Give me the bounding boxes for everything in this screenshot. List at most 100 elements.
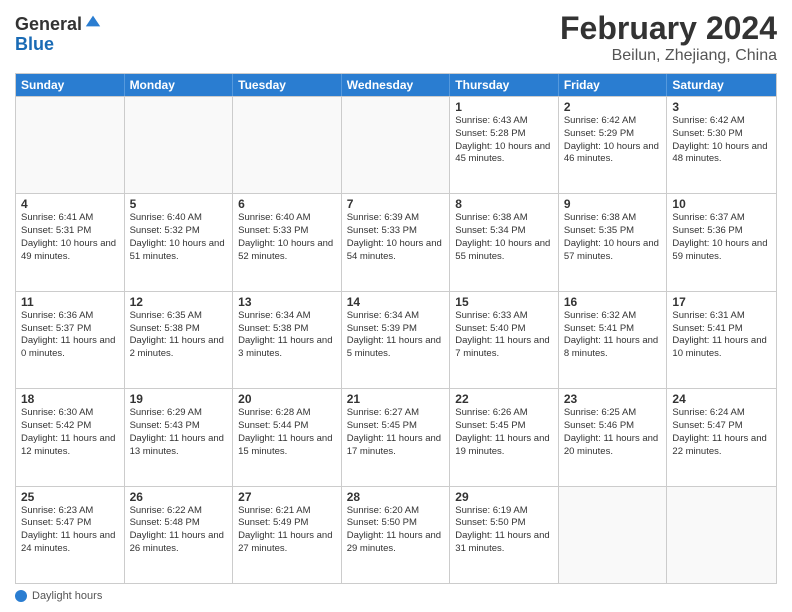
day-info: Sunrise: 6:36 AM Sunset: 5:37 PM Dayligh… xyxy=(21,310,119,361)
calendar-cell: 25Sunrise: 6:23 AM Sunset: 5:47 PM Dayli… xyxy=(16,487,125,583)
day-number: 24 xyxy=(672,392,771,406)
weekday-header: Monday xyxy=(125,74,234,96)
day-number: 2 xyxy=(564,100,662,114)
day-number: 26 xyxy=(130,490,228,504)
calendar-cell xyxy=(667,487,776,583)
calendar-cell: 18Sunrise: 6:30 AM Sunset: 5:42 PM Dayli… xyxy=(16,389,125,485)
calendar-cell: 26Sunrise: 6:22 AM Sunset: 5:48 PM Dayli… xyxy=(125,487,234,583)
page: General Blue February 2024 Beilun, Zheji… xyxy=(0,0,792,612)
day-info: Sunrise: 6:30 AM Sunset: 5:42 PM Dayligh… xyxy=(21,407,119,458)
day-number: 8 xyxy=(455,197,553,211)
calendar-cell: 21Sunrise: 6:27 AM Sunset: 5:45 PM Dayli… xyxy=(342,389,451,485)
calendar-cell: 17Sunrise: 6:31 AM Sunset: 5:41 PM Dayli… xyxy=(667,292,776,388)
weekday-header: Saturday xyxy=(667,74,776,96)
calendar-cell: 10Sunrise: 6:37 AM Sunset: 5:36 PM Dayli… xyxy=(667,194,776,290)
logo: General Blue xyxy=(15,15,102,55)
day-info: Sunrise: 6:29 AM Sunset: 5:43 PM Dayligh… xyxy=(130,407,228,458)
calendar-cell: 14Sunrise: 6:34 AM Sunset: 5:39 PM Dayli… xyxy=(342,292,451,388)
calendar-cell xyxy=(233,97,342,193)
day-info: Sunrise: 6:37 AM Sunset: 5:36 PM Dayligh… xyxy=(672,212,771,263)
calendar-cell: 1Sunrise: 6:43 AM Sunset: 5:28 PM Daylig… xyxy=(450,97,559,193)
calendar-cell: 15Sunrise: 6:33 AM Sunset: 5:40 PM Dayli… xyxy=(450,292,559,388)
day-number: 9 xyxy=(564,197,662,211)
day-info: Sunrise: 6:26 AM Sunset: 5:45 PM Dayligh… xyxy=(455,407,553,458)
day-info: Sunrise: 6:41 AM Sunset: 5:31 PM Dayligh… xyxy=(21,212,119,263)
day-info: Sunrise: 6:20 AM Sunset: 5:50 PM Dayligh… xyxy=(347,505,445,556)
calendar-row: 4Sunrise: 6:41 AM Sunset: 5:31 PM Daylig… xyxy=(16,193,776,290)
day-number: 29 xyxy=(455,490,553,504)
calendar-row: 18Sunrise: 6:30 AM Sunset: 5:42 PM Dayli… xyxy=(16,388,776,485)
calendar-cell: 29Sunrise: 6:19 AM Sunset: 5:50 PM Dayli… xyxy=(450,487,559,583)
calendar-cell: 7Sunrise: 6:39 AM Sunset: 5:33 PM Daylig… xyxy=(342,194,451,290)
calendar-cell: 6Sunrise: 6:40 AM Sunset: 5:33 PM Daylig… xyxy=(233,194,342,290)
day-number: 12 xyxy=(130,295,228,309)
calendar-cell: 3Sunrise: 6:42 AM Sunset: 5:30 PM Daylig… xyxy=(667,97,776,193)
day-number: 3 xyxy=(672,100,771,114)
day-number: 18 xyxy=(21,392,119,406)
day-number: 21 xyxy=(347,392,445,406)
day-number: 7 xyxy=(347,197,445,211)
calendar-cell xyxy=(16,97,125,193)
day-number: 14 xyxy=(347,295,445,309)
footer: Daylight hours xyxy=(15,590,777,602)
day-info: Sunrise: 6:33 AM Sunset: 5:40 PM Dayligh… xyxy=(455,310,553,361)
calendar-cell: 11Sunrise: 6:36 AM Sunset: 5:37 PM Dayli… xyxy=(16,292,125,388)
day-number: 4 xyxy=(21,197,119,211)
calendar-cell: 9Sunrise: 6:38 AM Sunset: 5:35 PM Daylig… xyxy=(559,194,668,290)
day-info: Sunrise: 6:22 AM Sunset: 5:48 PM Dayligh… xyxy=(130,505,228,556)
day-info: Sunrise: 6:38 AM Sunset: 5:34 PM Dayligh… xyxy=(455,212,553,263)
daylight-dot xyxy=(15,590,27,602)
day-number: 22 xyxy=(455,392,553,406)
day-info: Sunrise: 6:38 AM Sunset: 5:35 PM Dayligh… xyxy=(564,212,662,263)
day-number: 17 xyxy=(672,295,771,309)
day-number: 11 xyxy=(21,295,119,309)
day-number: 23 xyxy=(564,392,662,406)
day-info: Sunrise: 6:31 AM Sunset: 5:41 PM Dayligh… xyxy=(672,310,771,361)
day-info: Sunrise: 6:32 AM Sunset: 5:41 PM Dayligh… xyxy=(564,310,662,361)
calendar-cell: 8Sunrise: 6:38 AM Sunset: 5:34 PM Daylig… xyxy=(450,194,559,290)
calendar-cell: 23Sunrise: 6:25 AM Sunset: 5:46 PM Dayli… xyxy=(559,389,668,485)
day-number: 28 xyxy=(347,490,445,504)
calendar-cell: 27Sunrise: 6:21 AM Sunset: 5:49 PM Dayli… xyxy=(233,487,342,583)
day-info: Sunrise: 6:40 AM Sunset: 5:32 PM Dayligh… xyxy=(130,212,228,263)
logo-icon xyxy=(84,12,102,30)
calendar: SundayMondayTuesdayWednesdayThursdayFrid… xyxy=(15,73,777,584)
calendar-cell xyxy=(125,97,234,193)
day-number: 6 xyxy=(238,197,336,211)
day-number: 1 xyxy=(455,100,553,114)
calendar-cell: 19Sunrise: 6:29 AM Sunset: 5:43 PM Dayli… xyxy=(125,389,234,485)
logo-general: General xyxy=(15,15,82,35)
calendar-body: 1Sunrise: 6:43 AM Sunset: 5:28 PM Daylig… xyxy=(16,96,776,583)
day-number: 16 xyxy=(564,295,662,309)
calendar-row: 25Sunrise: 6:23 AM Sunset: 5:47 PM Dayli… xyxy=(16,486,776,583)
day-number: 10 xyxy=(672,197,771,211)
month-title: February 2024 xyxy=(560,10,777,47)
weekday-header: Tuesday xyxy=(233,74,342,96)
calendar-header: SundayMondayTuesdayWednesdayThursdayFrid… xyxy=(16,74,776,96)
title-block: February 2024 Beilun, Zhejiang, China xyxy=(560,10,777,65)
day-info: Sunrise: 6:40 AM Sunset: 5:33 PM Dayligh… xyxy=(238,212,336,263)
footer-label: Daylight hours xyxy=(32,590,102,602)
weekday-header: Friday xyxy=(559,74,668,96)
day-info: Sunrise: 6:34 AM Sunset: 5:38 PM Dayligh… xyxy=(238,310,336,361)
header: General Blue February 2024 Beilun, Zheji… xyxy=(15,10,777,65)
weekday-header: Wednesday xyxy=(342,74,451,96)
calendar-cell: 2Sunrise: 6:42 AM Sunset: 5:29 PM Daylig… xyxy=(559,97,668,193)
day-number: 27 xyxy=(238,490,336,504)
day-info: Sunrise: 6:23 AM Sunset: 5:47 PM Dayligh… xyxy=(21,505,119,556)
day-info: Sunrise: 6:21 AM Sunset: 5:49 PM Dayligh… xyxy=(238,505,336,556)
calendar-cell: 22Sunrise: 6:26 AM Sunset: 5:45 PM Dayli… xyxy=(450,389,559,485)
weekday-header: Thursday xyxy=(450,74,559,96)
day-number: 25 xyxy=(21,490,119,504)
calendar-cell: 12Sunrise: 6:35 AM Sunset: 5:38 PM Dayli… xyxy=(125,292,234,388)
day-info: Sunrise: 6:24 AM Sunset: 5:47 PM Dayligh… xyxy=(672,407,771,458)
day-number: 20 xyxy=(238,392,336,406)
day-info: Sunrise: 6:25 AM Sunset: 5:46 PM Dayligh… xyxy=(564,407,662,458)
calendar-cell: 28Sunrise: 6:20 AM Sunset: 5:50 PM Dayli… xyxy=(342,487,451,583)
day-info: Sunrise: 6:39 AM Sunset: 5:33 PM Dayligh… xyxy=(347,212,445,263)
weekday-header: Sunday xyxy=(16,74,125,96)
location-title: Beilun, Zhejiang, China xyxy=(560,47,777,65)
day-info: Sunrise: 6:43 AM Sunset: 5:28 PM Dayligh… xyxy=(455,115,553,166)
day-info: Sunrise: 6:27 AM Sunset: 5:45 PM Dayligh… xyxy=(347,407,445,458)
calendar-cell: 5Sunrise: 6:40 AM Sunset: 5:32 PM Daylig… xyxy=(125,194,234,290)
